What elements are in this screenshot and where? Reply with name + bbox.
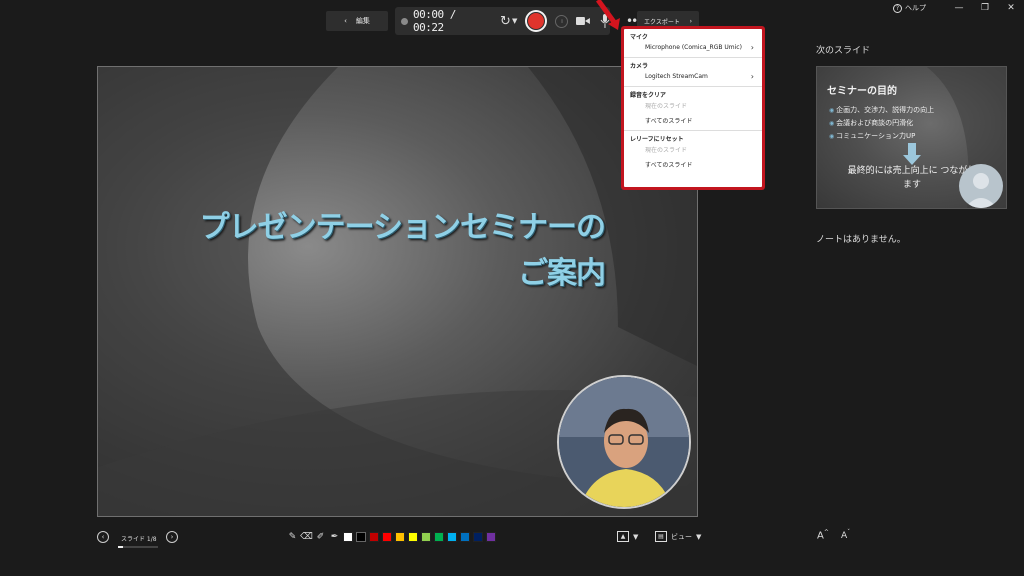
menu-item[interactable]: Microphone (Comica_RGB Umic) › — [624, 40, 762, 55]
help-button[interactable]: ? ヘルプ — [893, 3, 926, 13]
color-swatch[interactable] — [395, 531, 405, 542]
view-button[interactable]: ▤ ビュー ▼ — [655, 531, 701, 542]
camera-view-toggle[interactable]: ▲ ▼ — [617, 531, 638, 542]
edit-button[interactable]: ‹ 編集 — [326, 11, 388, 31]
next-slide-bullet: コミュニケーション力UP — [829, 130, 934, 143]
presenter-image — [559, 377, 689, 507]
menu-section-header: レリーフにリセット — [630, 136, 684, 143]
restore-icon[interactable]: ❐ — [972, 3, 998, 13]
slide-progress-fill — [118, 546, 123, 548]
next-slide-bullet: 企画力、交渉力、説得力の向上 — [829, 104, 934, 117]
camera-icon[interactable] — [576, 15, 591, 27]
menu-section: カメラ Logitech StreamCam › — [624, 58, 762, 87]
next-slide-conclusion: 最終的には売上向上に つながります — [847, 166, 977, 190]
next-slide-label: 次のスライド — [816, 46, 871, 56]
record-button[interactable] — [525, 10, 548, 32]
color-swatch[interactable] — [382, 531, 392, 542]
menu-item-label: 現在のスライド — [645, 103, 688, 110]
menu-item: 現在のスライド — [624, 142, 762, 157]
slide-progress-track — [118, 546, 158, 548]
color-swatch[interactable] — [473, 531, 483, 542]
camera-preview — [557, 375, 691, 509]
view-icon: ▤ — [655, 531, 667, 542]
dropdown-arrow-icon: ▼ — [696, 532, 702, 541]
menu-item-label: すべてのスライド — [645, 162, 693, 169]
menu-item: 現在のスライド — [624, 98, 762, 113]
recording-status-icon — [401, 17, 408, 25]
color-swatch[interactable] — [356, 531, 366, 542]
highlighter-icon[interactable]: ✒ — [329, 531, 340, 542]
close-icon[interactable]: ✕ — [998, 3, 1024, 13]
color-swatch[interactable] — [408, 531, 418, 542]
menu-section-header: 録音をクリア — [630, 92, 667, 99]
minimize-icon[interactable]: — — [946, 3, 972, 13]
eraser-icon[interactable]: ⌫ — [300, 531, 313, 542]
color-swatch[interactable] — [343, 531, 353, 542]
next-slide-bullet: 会議および商談の円滑化 — [829, 117, 934, 130]
retake-dropdown-icon[interactable]: ▼ — [512, 17, 517, 25]
menu-section: 録音をクリア現在のスライド すべてのスライド — [624, 87, 762, 131]
help-label: ヘルプ — [905, 4, 926, 12]
decrease-font-button[interactable]: Aˇ — [841, 529, 850, 541]
color-swatch[interactable] — [447, 531, 457, 542]
next-slide-button[interactable]: › — [166, 531, 178, 543]
color-swatch[interactable] — [369, 531, 379, 542]
dropdown-arrow-icon: ▼ — [633, 532, 639, 541]
menu-item-label: Logitech StreamCam — [645, 73, 708, 80]
chevron-left-icon: ‹ — [344, 17, 347, 25]
retake-icon[interactable]: ↻ — [500, 14, 511, 29]
color-swatch[interactable] — [486, 531, 496, 542]
menu-section: レリーフにリセット現在のスライド すべてのスライド — [624, 131, 762, 174]
menu-item-label: Microphone (Comica_RGB Umic) — [645, 44, 742, 51]
down-arrow-icon — [903, 143, 921, 165]
more-options-menu: マイク Microphone (Comica_RGB Umic) › カメラ Logit… — [624, 29, 762, 187]
current-slide: プレゼンテーションセミナーの ご案内 — [97, 66, 698, 517]
export-label: エクスポート — [644, 18, 680, 26]
menu-item[interactable]: すべてのスライド — [624, 157, 762, 172]
color-swatch[interactable] — [460, 531, 470, 542]
increase-font-button[interactable]: A^ — [817, 529, 829, 541]
export-button[interactable]: エクスポート › — [637, 11, 699, 31]
menu-section-header: マイク — [630, 34, 648, 41]
avatar — [959, 164, 1003, 208]
menu-item[interactable]: すべてのスライド — [624, 113, 762, 128]
menu-section-header: カメラ — [630, 63, 649, 70]
recording-timer: 00:00 / 00:22 — [412, 8, 456, 34]
window-controls: ? ヘルプ — ❐ ✕ — [893, 0, 1024, 16]
menu-section: マイク Microphone (Comica_RGB Umic) › — [624, 29, 762, 58]
slide-title: プレゼンテーションセミナーの ご案内 — [125, 205, 606, 297]
menu-item-label: 現在のスライド — [645, 147, 688, 154]
edit-label: 編集 — [355, 17, 370, 25]
next-slide-title: セミナーの目的 — [827, 86, 897, 97]
color-swatch[interactable] — [421, 531, 431, 542]
slide-title-line1: プレゼンテーションセミナーの — [199, 210, 606, 245]
slide-title-line2: ご案内 — [518, 256, 606, 291]
chevron-right-icon: › — [750, 72, 754, 81]
next-slide-bullets: 企画力、交渉力、説得力の向上 会議および商談の円滑化 コミュニケーション力UP — [829, 104, 934, 143]
ink-tools: ✎ ⌫ ✐ ✒ — [287, 531, 496, 542]
pencil-icon[interactable]: ✐ — [315, 531, 326, 542]
slide-counter: スライド 1/8 — [121, 536, 157, 543]
color-swatch[interactable] — [434, 531, 444, 542]
menu-item-label: すべてのスライド — [645, 118, 693, 125]
speaker-notes: ノートはありません。 — [816, 235, 906, 245]
previous-slide-button[interactable]: ‹ — [97, 531, 109, 543]
pause-button[interactable]: ॥ — [555, 14, 569, 28]
person-icon: ▲ — [617, 531, 629, 542]
chevron-right-icon: › — [689, 17, 692, 25]
annotation-arrow — [596, 0, 620, 30]
pen-icon[interactable]: ✎ — [287, 531, 298, 542]
menu-item[interactable]: Logitech StreamCam › — [624, 69, 762, 84]
recording-controls: 00:00 / 00:22 ↻ ▼ ॥ — [395, 7, 610, 35]
next-slide-thumbnail[interactable]: セミナーの目的 企画力、交渉力、説得力の向上 会議および商談の円滑化 コミュニケ… — [816, 66, 1007, 209]
view-label: ビュー — [671, 532, 692, 541]
help-icon: ? — [893, 3, 902, 13]
chevron-right-icon: › — [750, 43, 754, 52]
